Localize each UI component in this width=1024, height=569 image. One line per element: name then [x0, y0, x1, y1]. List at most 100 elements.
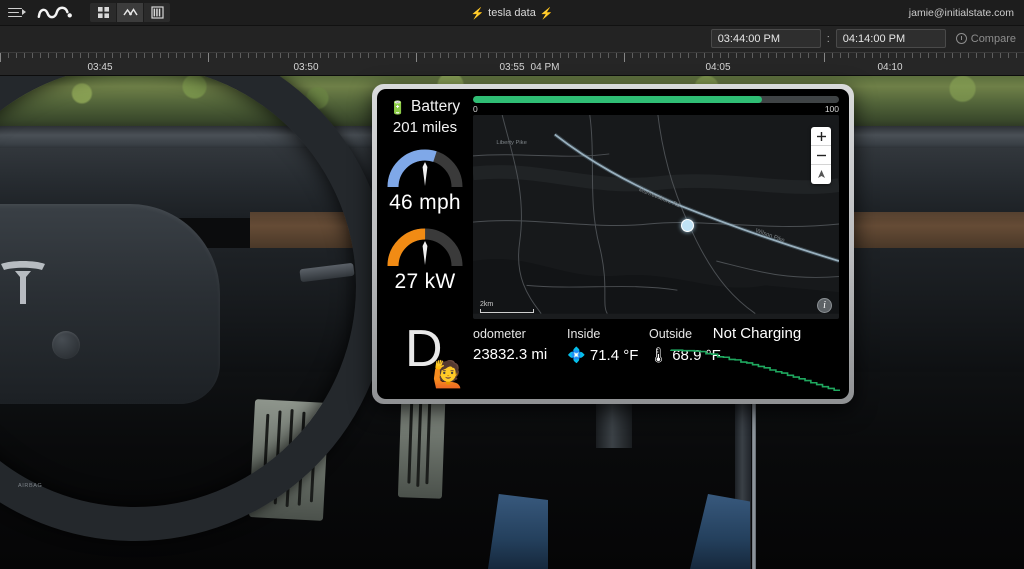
ruler-tick — [936, 53, 937, 58]
ruler-tick — [552, 53, 553, 58]
ruler-tick — [312, 53, 313, 58]
ruler-tick — [680, 53, 681, 58]
bolt-right-icon: ⚡ — [539, 7, 554, 20]
person-emoji: 🙋 — [432, 359, 465, 389]
ruler-tick — [800, 53, 801, 58]
power-gauge-arc — [387, 228, 463, 267]
ruler-label: 03:45 — [87, 62, 113, 73]
svg-text:Liberty Pike: Liberty Pike — [496, 140, 526, 146]
ruler-tick — [176, 53, 177, 58]
hamburger-icon[interactable] — [8, 6, 26, 20]
ruler-tick — [408, 53, 409, 58]
ruler-tick — [80, 53, 81, 58]
tesla-screen-bezel: 🔋 Battery 201 miles 46 mph 27 kW 0 100 L… — [372, 84, 854, 404]
view-mode-buttons — [90, 3, 170, 22]
bolt-left-icon: ⚡ — [470, 7, 485, 20]
map-zoom-controls — [811, 127, 831, 184]
locate-button[interactable] — [811, 165, 831, 184]
ruler-tick — [536, 53, 537, 58]
ruler-tick — [512, 53, 513, 58]
ruler-tick — [648, 53, 649, 58]
ruler-tick — [952, 53, 953, 58]
ruler-tick — [656, 53, 657, 58]
ruler-tick — [840, 53, 841, 58]
ruler-tick — [336, 53, 337, 58]
end-time-input[interactable] — [835, 29, 946, 48]
ruler-tick — [968, 53, 969, 58]
outside-temp-icon: 🌡 — [649, 347, 669, 364]
ruler-tick — [600, 53, 601, 58]
clock-circle-icon — [955, 33, 967, 44]
ruler-label: 04:05 — [705, 62, 731, 73]
battery-sparkline-chart — [670, 349, 840, 392]
ruler-tick — [32, 53, 33, 58]
speed-gauge — [385, 147, 465, 189]
top-bar: ⚡ tesla data ⚡ jamie@initialstate.com — [0, 0, 1024, 26]
ruler-tick — [640, 53, 641, 58]
ruler-tick — [752, 53, 753, 58]
battery-header: 🔋 Battery — [390, 98, 460, 116]
view-waveform-button[interactable] — [117, 3, 143, 22]
start-time-input[interactable] — [710, 29, 821, 48]
bottom-stats-row: D 🙋 odometer 23832.3 mi Inside 💠 71.4 °F… — [377, 319, 849, 399]
ruler-tick — [456, 53, 457, 58]
ruler-tick — [224, 53, 225, 58]
ruler-tick — [416, 53, 417, 62]
ruler-tick — [632, 53, 633, 58]
zoom-in-button[interactable] — [811, 127, 831, 146]
ruler-label: 03:50 — [293, 62, 319, 73]
timeline-ruler[interactable]: 03:45 03:50 03:55 04 PM 04:05 04:10 — [0, 52, 1024, 76]
ruler-tick — [872, 53, 873, 58]
ruler-tick — [888, 53, 889, 58]
ruler-tick — [240, 53, 241, 58]
ruler-tick — [208, 53, 209, 62]
ruler-tick — [824, 53, 825, 62]
ruler-tick — [504, 53, 505, 58]
ruler-tick — [1008, 53, 1009, 58]
compare-button[interactable]: Compare — [955, 33, 1016, 45]
ruler-tick — [832, 53, 833, 58]
view-tiles-button[interactable] — [90, 3, 116, 22]
ruler-tick — [448, 53, 449, 58]
ruler-tick — [296, 53, 297, 58]
map-scale-bar: 2km — [480, 301, 534, 313]
battery-progress-wrap: 0 100 — [473, 96, 839, 116]
ruler-tick — [232, 53, 233, 58]
ruler-tick — [728, 53, 729, 58]
ruler-tick — [152, 53, 153, 58]
ruler-tick — [352, 53, 353, 58]
left-metrics-column: 🔋 Battery 201 miles 46 mph 27 kW — [377, 89, 473, 329]
ruler-tick — [392, 53, 393, 58]
tesla-screen: 🔋 Battery 201 miles 46 mph 27 kW 0 100 L… — [377, 89, 849, 399]
ruler-tick — [560, 53, 561, 58]
time-range-group: : Compare — [710, 29, 1016, 48]
ruler-tick — [16, 53, 17, 58]
ruler-tick — [896, 53, 897, 58]
grid-tiles-icon — [97, 7, 109, 18]
ruler-tick — [544, 53, 545, 58]
info-icon[interactable]: i — [817, 298, 832, 313]
ruler-tick — [264, 53, 265, 58]
stat-inside-label: Inside — [567, 327, 601, 341]
ruler-tick — [688, 53, 689, 58]
ruler-tick — [24, 53, 25, 58]
zoom-out-button[interactable] — [811, 146, 831, 165]
view-lines-button[interactable] — [144, 3, 170, 22]
ruler-tick — [496, 53, 497, 58]
battery-bar-max: 100 — [824, 104, 839, 114]
ruler-tick — [912, 53, 913, 58]
ruler-tick — [0, 53, 1, 62]
stat-odometer: odometer 23832.3 mi — [473, 327, 547, 363]
user-account-label[interactable]: jamie@initialstate.com — [909, 0, 1014, 26]
ruler-tick — [576, 53, 577, 58]
page-title: tesla data — [488, 7, 536, 19]
ruler-tick — [128, 53, 129, 58]
ruler-tick — [880, 53, 881, 58]
map-panel[interactable]: Liberty Pike Murfreesboro Rd Wilson Pike — [473, 115, 839, 319]
ruler-tick — [200, 53, 201, 58]
wave-logo-icon[interactable] — [36, 3, 74, 23]
ruler-tick — [808, 53, 809, 58]
power-value: 27 kW — [394, 270, 456, 293]
battery-icon: 🔋 — [389, 99, 407, 115]
ruler-tick — [184, 53, 185, 58]
